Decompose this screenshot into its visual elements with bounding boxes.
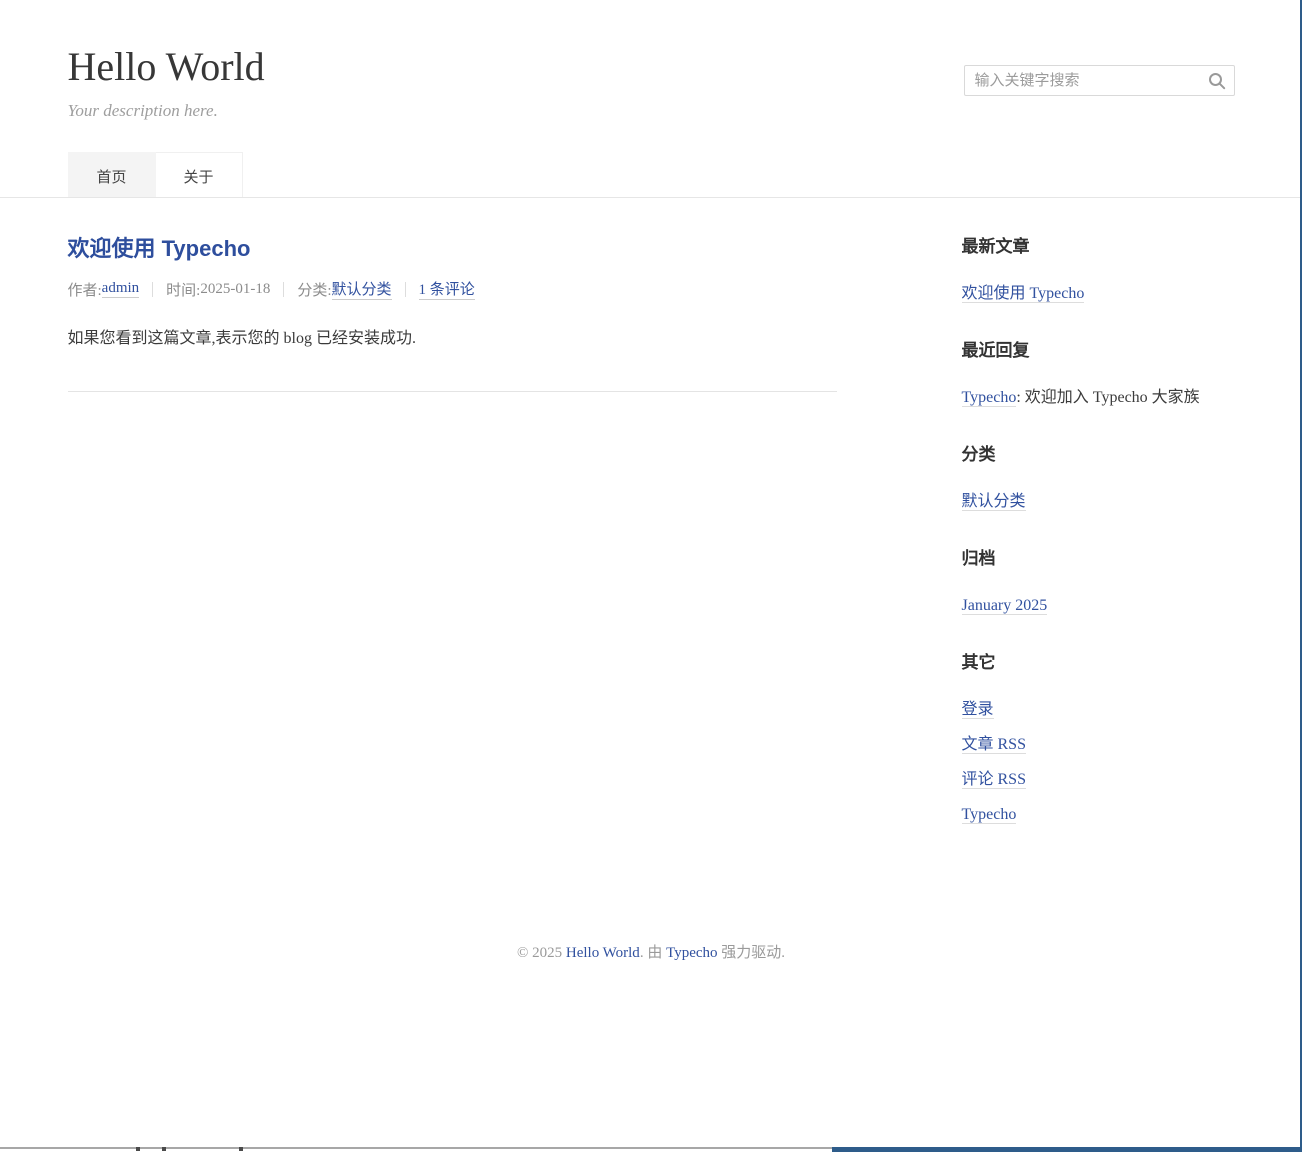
meta-divider [152,282,153,297]
post: 欢迎使用 Typecho 作者: admin 时间: 2025-01-18 分类… [68,236,837,392]
sidebar-section: 归档 January 2025 [962,548,1235,623]
sidebar-list-item: 默认分类 [962,484,1235,519]
sidebar-section-title: 归档 [962,548,1235,569]
author-label: 作者: [68,279,102,300]
main-content: 欢迎使用 Typecho 作者: admin 时间: 2025-01-18 分类… [68,236,837,861]
sidebar-list-item: 登录 [962,692,1235,727]
sidebar-list-item: January 2025 [962,588,1235,623]
nav-item-home[interactable]: 首页 [68,152,156,197]
sidebar-list: 欢迎使用 Typecho [962,276,1235,311]
taskbar-tick [162,1147,166,1151]
post-date: 2025-01-18 [200,281,270,298]
sidebar-list: 登录 文章 RSS 评论 RSS Typecho [962,692,1235,832]
post-body: 如果您看到这篇文章,表示您的 blog 已经安装成功. [68,324,837,348]
sidebar-section-title: 最新文章 [962,236,1235,257]
post-divider [68,391,837,392]
comments-link[interactable]: 1 条评论 [419,278,475,300]
category-label: 分类: [297,279,331,300]
taskbar-edge-blue [832,1147,1302,1152]
meta-divider [405,282,406,297]
sidebar-list-item: Typecho: 欢迎加入 Typecho 大家族 [962,380,1235,415]
sidebar-list-item: 欢迎使用 Typecho [962,276,1235,311]
sidebar-list-item: Typecho [962,797,1235,832]
footer-suffix-text: 强力驱动. [718,945,786,961]
footer-copyright: © 2025 [517,945,566,961]
sidebar-link[interactable]: January 2025 [962,597,1048,615]
sidebar-link[interactable]: 文章 RSS [962,736,1026,754]
author-link[interactable]: admin [102,280,140,298]
sidebar-list-item: 评论 RSS [962,762,1235,797]
taskbar-edge-gray [0,1147,832,1149]
search-icon [1208,72,1226,90]
sidebar-item-text: : 欢迎加入 Typecho 大家族 [1016,389,1199,406]
taskbar-tick [136,1147,140,1151]
footer-site-link[interactable]: Hello World [566,945,640,961]
sidebar-link[interactable]: 默认分类 [962,493,1026,511]
taskbar-tick [239,1147,243,1151]
sidebar-section-title: 其它 [962,652,1235,673]
sidebar: 最新文章 欢迎使用 Typecho 最近回复 Typecho: 欢迎加入 Typ… [962,236,1235,861]
sidebar-link[interactable]: 评论 RSS [962,771,1026,789]
sidebar-section: 其它 登录 文章 RSS 评论 RSS Typecho [962,652,1235,832]
nav-item-about[interactable]: 关于 [156,152,243,197]
sidebar-section-title: 最近回复 [962,340,1235,361]
sidebar-link[interactable]: 欢迎使用 Typecho [962,285,1085,303]
sidebar-list: January 2025 [962,588,1235,623]
time-label: 时间: [166,279,200,300]
sidebar-list: Typecho: 欢迎加入 Typecho 大家族 [962,380,1235,415]
meta-divider [283,282,284,297]
sidebar-section: 最新文章 欢迎使用 Typecho [962,236,1235,311]
main-nav: 首页 关于 [68,152,1235,197]
sidebar-section: 分类 默认分类 [962,444,1235,519]
footer-typecho-link[interactable]: Typecho [666,945,717,961]
sidebar-list: 默认分类 [962,484,1235,519]
search-box [964,65,1235,96]
footer: © 2025 Hello World. 由 Typecho 强力驱动. [68,941,1235,962]
sidebar-link[interactable]: Typecho [962,389,1017,407]
sidebar-section: 最近回复 Typecho: 欢迎加入 Typecho 大家族 [962,340,1235,415]
footer-middle-text: . 由 [640,945,666,961]
sidebar-link[interactable]: 登录 [962,701,994,719]
site-description: Your description here. [68,101,1235,121]
sidebar-section-title: 分类 [962,444,1235,465]
search-submit-button[interactable] [1200,66,1234,95]
taskbar-strip [0,1147,1302,1152]
sidebar-list-item: 文章 RSS [962,727,1235,762]
post-meta: 作者: admin 时间: 2025-01-18 分类: 默认分类 1 条评论 [68,278,837,300]
category-link[interactable]: 默认分类 [332,278,392,300]
search-input[interactable] [965,67,1200,94]
post-title-link[interactable]: 欢迎使用 Typecho [68,236,251,262]
sidebar-link[interactable]: Typecho [962,806,1017,824]
site-header: Hello World Your description here. 首页 关于 [0,0,1302,198]
